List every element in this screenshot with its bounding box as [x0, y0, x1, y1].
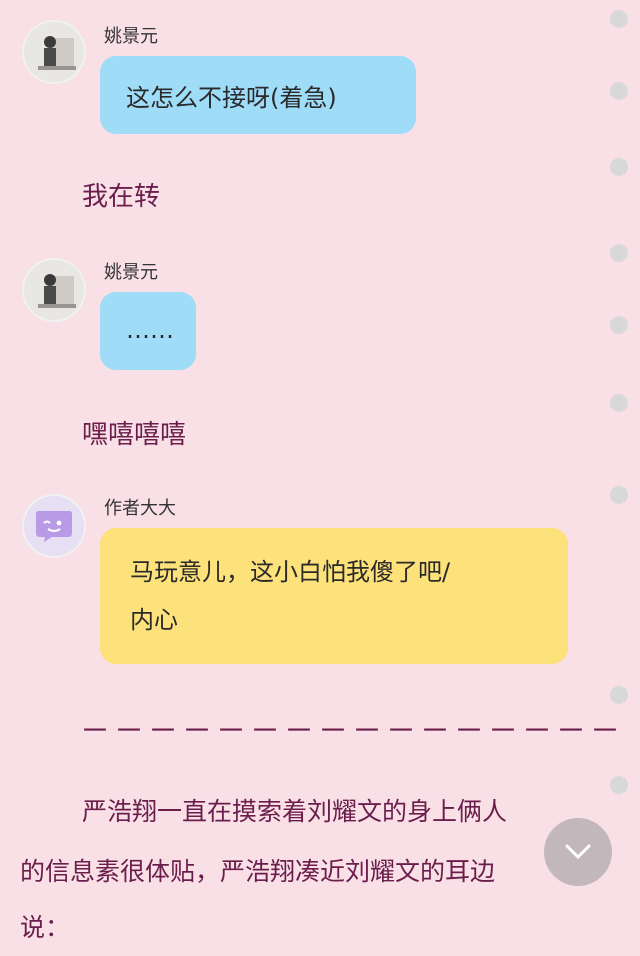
- avatar[interactable]: [22, 20, 86, 84]
- narration-text: 嘿嘻嘻嘻: [82, 420, 187, 450]
- narration-text: 我在转: [82, 182, 161, 212]
- story-paragraph-line: 说：: [20, 913, 71, 942]
- sender-name: 姚景元: [104, 26, 158, 47]
- binder-dot: [610, 244, 628, 262]
- message-text: 内心: [130, 606, 178, 634]
- avatar-photo: [24, 260, 84, 320]
- story-paragraph-line: 的信息素很体贴，严浩翔凑近刘耀文的耳边: [20, 857, 496, 886]
- message-text: ……: [126, 316, 174, 344]
- story-paragraph-line: 严浩翔一直在摸索着刘耀文的身上俩人: [82, 797, 508, 826]
- binder-dot: [610, 316, 628, 334]
- sender-name: 作者大大: [104, 498, 176, 519]
- binder-dot: [610, 82, 628, 100]
- avatar[interactable]: [22, 258, 86, 322]
- binder-dot: [610, 776, 628, 794]
- binder-dot: [610, 486, 628, 504]
- avatar-photo: [24, 22, 84, 82]
- message-bubble: 这怎么不接呀(着急): [100, 56, 416, 134]
- chevron-down-icon: [565, 844, 591, 860]
- avatar[interactable]: [22, 494, 86, 558]
- sender-name: 姚景元: [104, 262, 158, 283]
- binder-dot: [610, 10, 628, 28]
- binder-dots: [610, 0, 630, 944]
- divider: －－－－－－－－－－－－－－－－: [80, 714, 624, 749]
- binder-dot: [610, 394, 628, 412]
- chat-bubble-icon: [36, 511, 72, 542]
- message-text: 这怎么不接呀(着急): [126, 84, 337, 112]
- message-bubble: 马玩意儿，这小白怕我傻了吧/ 内心: [100, 528, 568, 664]
- message-bubble: ……: [100, 292, 196, 370]
- message-text: 马玩意儿，这小白怕我傻了吧/: [130, 558, 451, 586]
- binder-dot: [610, 686, 628, 704]
- binder-dot: [610, 158, 628, 176]
- scroll-down-button[interactable]: [544, 818, 612, 886]
